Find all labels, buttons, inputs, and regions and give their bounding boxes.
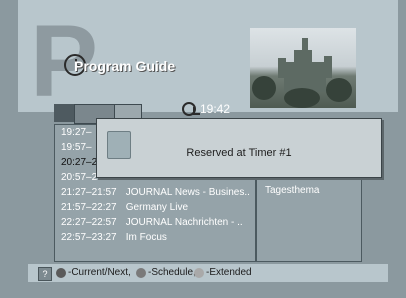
screen: P Program Guide 19:42 19:27– 19:57– 20:2… <box>0 0 406 298</box>
timer-dialog: Reserved at Timer #1 <box>96 118 382 178</box>
list-item[interactable]: 22:27–22:57 JOURNAL Nachrichten - .. <box>61 217 243 232</box>
extended-label: -Extended <box>206 267 252 278</box>
list-item[interactable]: 21:27–21:57 JOURNAL News - Busines.. <box>61 187 250 202</box>
row-time: 22:27–22:57 <box>61 217 117 228</box>
row-title: Germany Live <box>125 202 189 213</box>
row-time: 21:57–22:27 <box>61 202 117 213</box>
row-time: 22:57–23:27 <box>61 232 117 243</box>
row-title: JOURNAL Nachrichten - .. <box>125 217 243 228</box>
dialog-message: Reserved at Timer #1 <box>186 147 292 159</box>
row-title: JOURNAL News - Busines.. <box>125 187 250 198</box>
yellow-button-icon[interactable] <box>194 268 204 278</box>
current-next-label: -Current/Next, <box>68 267 131 278</box>
help-icon[interactable]: ? <box>38 267 52 281</box>
row-title: Im Focus <box>125 232 167 243</box>
list-item[interactable]: 22:57–23:27 Im Focus <box>61 232 167 247</box>
current-time: 19:42 <box>200 102 231 116</box>
tab-current[interactable] <box>54 104 74 122</box>
description-line-2: Tagesthema <box>265 185 320 196</box>
footer-legend: ? -Current/Next, -Schedule, -Extended <box>28 264 388 282</box>
schedule-label: -Schedule, <box>148 267 196 278</box>
channel-photo <box>250 28 356 108</box>
page-title: Program Guide <box>74 58 176 74</box>
list-item[interactable]: 21:57–22:27 Germany Live <box>61 202 188 217</box>
row-time: 21:27–21:57 <box>61 187 117 198</box>
green-button-icon[interactable] <box>136 268 146 278</box>
clock-icon-small <box>182 102 200 116</box>
red-button-icon[interactable] <box>56 268 66 278</box>
